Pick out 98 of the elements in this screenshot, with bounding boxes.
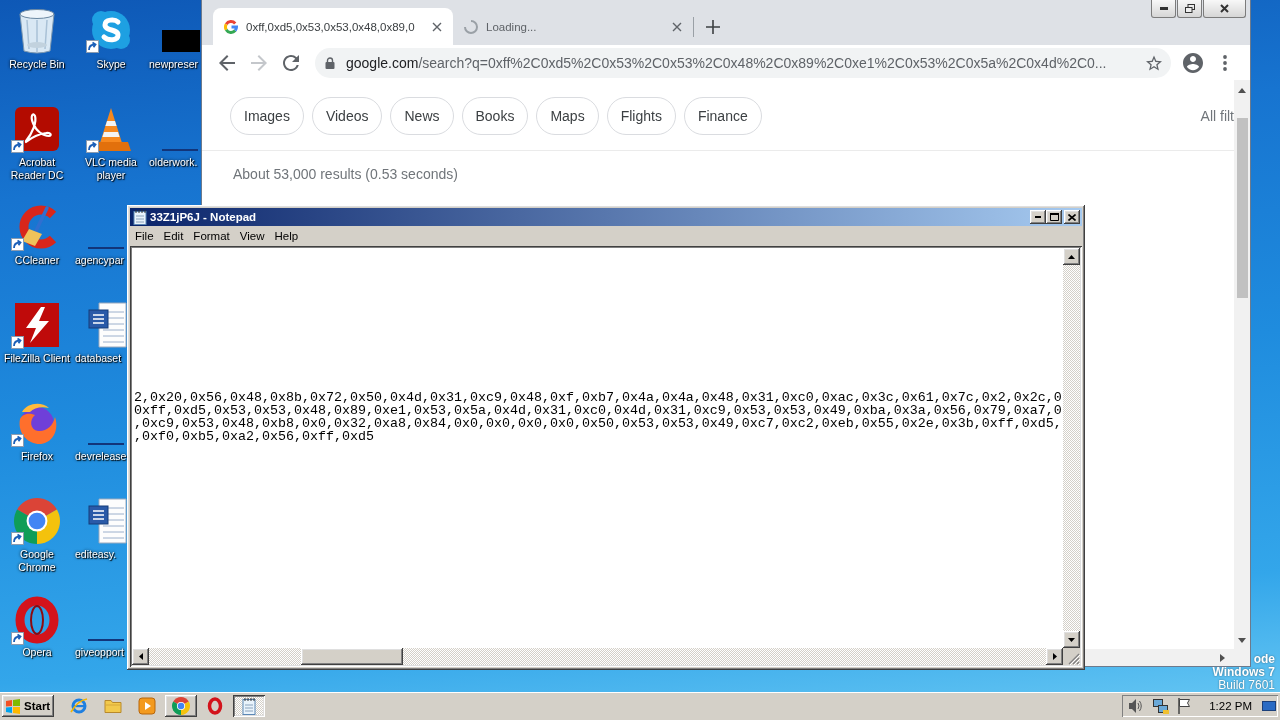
arrow-right-icon <box>1052 653 1057 660</box>
folder-icon <box>104 697 122 715</box>
filter-chip[interactable]: Flights <box>606 97 676 135</box>
start-button[interactable]: Start <box>2 695 54 717</box>
trash-bin-icon[interactable] <box>17 8 57 54</box>
scroll-thumb[interactable] <box>1236 118 1248 298</box>
reload-icon <box>283 54 299 71</box>
account-icon <box>1183 52 1203 73</box>
media-player-icon <box>138 697 156 715</box>
speaker-icon[interactable] <box>1128 698 1142 714</box>
ring-logo-icon <box>206 697 224 715</box>
s-logo-icon[interactable] <box>89 8 133 52</box>
browser-tab[interactable]: Loading... <box>453 8 693 45</box>
document-text: 2,0x20,0x56,0x48,0x8b,0x72,0x50,0x4d,0x31,0xc9,0x48,0xf,0xb7,0x4a,0x4a,0x48,0x31,0xc0,0xac,0x3c,0x61,0x7c,0x2,0x2c,0 0xff,0xd5,0x53,0x53,0x48,0x89,0xe1,0x53,0x5a,0x4d,0x31,0xc0,0x4d,0x31,0xc9,0x53,0x53,0x49,0xba,0x3a,0x56,0x79,0xa7,0 ,0xc9,0x53,0x48,0xb8,0x0,0x32,0xa8,0x84,0x0,0x0,0x0,0x0,0x50,0x53,0x53,0x49,0xc7,0xc2,0xeb,0x55,0x2e,0x3b,0xff,0xd5, ,0xf0,0xb5,0xa2,0x56,0xff,0xd5 <box>134 391 1062 443</box>
menu-item[interactable]: View <box>234 228 270 245</box>
restore-button[interactable] <box>1177 0 1202 18</box>
ring-logo-icon[interactable] <box>14 596 60 644</box>
filter-chip[interactable]: Maps <box>536 97 599 135</box>
filter-chip[interactable]: Books <box>461 97 529 135</box>
system-notice-text: Build 7601 <box>1218 679 1275 692</box>
notepad-icon <box>240 697 258 715</box>
icon-label[interactable]: VLC media player <box>76 156 146 182</box>
size-grip-icon[interactable] <box>1068 653 1080 665</box>
minimize-icon <box>1035 216 1041 218</box>
icon-label[interactable]: FileZilla Client <box>4 352 70 365</box>
icon-label[interactable]: devrelease <box>75 450 127 463</box>
minimize-icon <box>1159 7 1168 10</box>
forward-arrow-icon <box>251 54 267 71</box>
icon-label[interactable]: Skype <box>96 58 126 71</box>
close-button[interactable] <box>1203 0 1246 18</box>
browser-logo-icon <box>172 697 190 715</box>
menu-item[interactable]: Edit <box>158 228 189 245</box>
scrollbar-track[interactable] <box>1234 80 1250 649</box>
filter-chip[interactable]: Videos <box>311 97 383 135</box>
icon-label[interactable]: Firefox <box>20 450 54 463</box>
arrow-up-icon <box>1068 254 1075 259</box>
lock-icon <box>325 56 335 69</box>
restore-icon <box>1184 4 1195 13</box>
globe-icon <box>70 697 88 715</box>
scroll-left-button[interactable] <box>132 648 149 665</box>
close-icon <box>672 21 682 32</box>
notepad-icon <box>133 209 147 225</box>
scroll-down-button[interactable] <box>1063 631 1080 648</box>
arrow-left-icon <box>138 653 143 660</box>
flag-logo-icon <box>5 698 21 714</box>
icon-label[interactable]: CCleaner <box>14 254 60 267</box>
browser-tab[interactable]: 0xff,0xd5,0x53,0x53,0x48,0x89,0 <box>213 8 453 45</box>
scroll-down-icon[interactable] <box>1238 638 1246 643</box>
menu-item[interactable]: Help <box>269 228 304 245</box>
maximize-icon <box>1049 213 1059 221</box>
text-editor-field[interactable] <box>132 248 1063 648</box>
close-icon <box>1068 213 1076 221</box>
back-arrow-icon <box>219 54 235 71</box>
minimize-button[interactable] <box>1151 0 1176 18</box>
star-icon[interactable] <box>1146 54 1162 71</box>
close-button[interactable] <box>1064 210 1080 224</box>
menu-dots-icon <box>1223 54 1227 71</box>
thumbnail-icon[interactable] <box>162 30 200 52</box>
lightning-bolt-icon[interactable] <box>14 302 60 348</box>
scrollbar-track[interactable] <box>1085 649 1250 666</box>
window-title: 33Z1jP6J - Notepad <box>150 211 258 223</box>
icon-label[interactable]: Google Chrome <box>2 548 72 574</box>
scroll-thumb[interactable] <box>301 648 403 665</box>
taskbar-button[interactable] <box>165 695 197 717</box>
flag-icon[interactable] <box>1177 698 1190 714</box>
all-filters-button[interactable]: All filt <box>1200 108 1234 124</box>
filter-chip[interactable]: Images <box>230 97 304 135</box>
menu-item[interactable]: File <box>130 228 159 245</box>
document-icon[interactable] <box>88 302 127 348</box>
address-bar[interactable]: google.com/search?q=0xff%2C0xd5%2C0x53%2C0x53%2C0x48%2C0x89%2C0xe1%2C0x53%2C0x5a%2C0x4d%2C0... <box>315 47 1171 78</box>
clock-text[interactable]: 1:22 PM <box>1209 700 1252 712</box>
icon-label[interactable]: newpreser <box>149 58 199 71</box>
filter-chip[interactable]: Finance <box>683 97 762 135</box>
icon-label[interactable]: agencypar <box>75 254 125 267</box>
arrow-down-icon <box>1068 637 1075 642</box>
close-icon <box>1220 4 1229 13</box>
taskbar-button[interactable] <box>233 695 265 717</box>
icon-label[interactable]: Recycle Bin <box>9 58 65 71</box>
scroll-up-icon[interactable] <box>1238 88 1246 93</box>
icon-label[interactable]: olderwork. <box>149 156 198 169</box>
close-icon <box>432 21 442 32</box>
scroll-right-button[interactable] <box>1046 648 1063 665</box>
swirl-tile-icon[interactable] <box>14 106 60 152</box>
browser-logo-icon[interactable] <box>14 498 60 544</box>
plus-icon <box>706 19 720 34</box>
icon-label[interactable]: databaset <box>75 352 122 365</box>
scroll-right-icon[interactable] <box>1220 653 1225 662</box>
scroll-up-button[interactable] <box>1063 248 1080 265</box>
maximize-button[interactable] <box>1046 210 1062 224</box>
result-stats: About 53,000 results (0.53 seconds) <box>233 165 458 184</box>
minimize-button[interactable] <box>1030 210 1046 224</box>
filter-chip[interactable]: News <box>390 97 454 135</box>
network-icon[interactable] <box>1153 698 1169 714</box>
menu-item[interactable]: Format <box>188 228 235 245</box>
document-icon[interactable] <box>88 498 127 544</box>
system-notice-text: Windows 7 <box>1212 666 1275 679</box>
icon-label[interactable]: Acrobat Reader DC <box>2 156 72 182</box>
system-notice-text: ode <box>1253 653 1275 666</box>
